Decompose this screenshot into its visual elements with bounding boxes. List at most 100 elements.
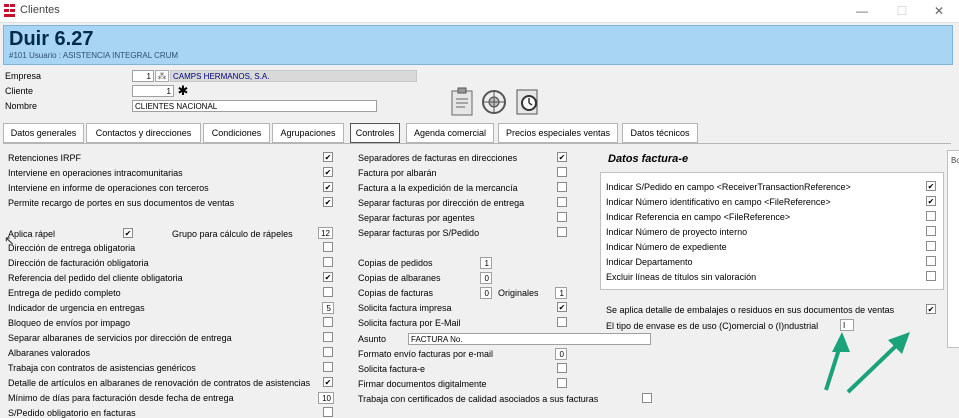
cliente-lookup-icon[interactable]: ✱ xyxy=(176,84,190,98)
solicita-email-checkbox[interactable] xyxy=(557,317,567,327)
pedido-completo-checkbox[interactable] xyxy=(323,287,333,297)
fe-departamento-label: Indicar Departamento xyxy=(606,257,693,267)
fe-expediente-label: Indicar Número de expediente xyxy=(606,242,727,252)
aplica-rapel-checkbox[interactable] xyxy=(123,228,133,238)
annotation-arrows xyxy=(824,332,910,394)
tab-agrupaciones[interactable]: Agrupaciones xyxy=(272,123,344,143)
aplica-rapel-label: Aplica rápel xyxy=(8,229,56,239)
contratos-asistencias-label: Trabaja con contratos de asistencias gen… xyxy=(8,363,196,373)
fe-spedido-checkbox[interactable] xyxy=(926,181,936,191)
close-button[interactable]: ✕ xyxy=(919,0,959,22)
tab-agenda-comercial[interactable]: Agenda comercial xyxy=(406,123,494,143)
spedido-obligatorio-checkbox[interactable] xyxy=(323,407,333,417)
intracomunitarias-checkbox[interactable] xyxy=(323,167,333,177)
fe-proyecto-label: Indicar Número de proyecto interno xyxy=(606,227,748,237)
pedido-completo-label: Entrega de pedido completo xyxy=(8,288,121,298)
certificados-checkbox[interactable] xyxy=(642,393,652,403)
app-icon xyxy=(4,3,16,17)
albaranes-valorados-checkbox[interactable] xyxy=(323,347,333,357)
originales-field[interactable]: 1 xyxy=(555,287,567,299)
maximize-button[interactable]: ☐ xyxy=(882,0,922,22)
bloqueo-envios-checkbox[interactable] xyxy=(323,317,333,327)
spedido-obligatorio-label: S/Pedido obligatorio en facturas xyxy=(8,408,136,418)
intracomunitarias-label: Interviene en operaciones intracomunitar… xyxy=(8,168,183,178)
minimize-button[interactable]: — xyxy=(842,0,882,22)
network-icon[interactable] xyxy=(481,87,508,116)
empresa-code-field[interactable]: 1 xyxy=(132,70,154,82)
albaranes-valorados-label: Albaranes valorados xyxy=(8,348,91,358)
factura-expedicion-checkbox[interactable] xyxy=(557,182,567,192)
separar-albaranes-label: Separar albaranes de servicios por direc… xyxy=(8,333,232,343)
embalajes-checkbox[interactable] xyxy=(926,304,936,314)
recargo-portes-checkbox[interactable] xyxy=(323,197,333,207)
factura-albaran-label: Factura por albarán xyxy=(358,168,437,178)
tab-condiciones[interactable]: Condiciones xyxy=(203,123,270,143)
operaciones-terceros-label: Interviene en informe de operaciones con… xyxy=(8,183,209,193)
copias-facturas-field[interactable]: 0 xyxy=(480,287,492,299)
bloqueo-envios-label: Bloqueo de envíos por impago xyxy=(8,318,131,328)
minimo-dias-field[interactable]: 10 xyxy=(318,392,334,404)
user-info: #101 Usuario : ASISTENCIA INTEGRAL CRUM xyxy=(9,51,179,60)
nombre-label: Nombre xyxy=(5,101,38,111)
separadores-checkbox[interactable] xyxy=(557,152,567,162)
dir-facturacion-label: Dirección de facturación obligatoria xyxy=(8,258,149,268)
factura-e-title: Datos factura-e xyxy=(608,153,689,165)
grupo-rapeles-field[interactable]: 12 xyxy=(318,227,333,239)
window-title: Clientes xyxy=(20,4,60,16)
firmar-checkbox[interactable] xyxy=(557,378,567,388)
fe-departamento-checkbox[interactable] xyxy=(926,256,936,266)
tab-contactos[interactable]: Contactos y direcciones xyxy=(86,123,201,143)
separar-dir-entrega-checkbox[interactable] xyxy=(557,197,567,207)
separadores-label: Separadores de facturas en direcciones xyxy=(358,153,518,163)
tab-datos-tecnicos[interactable]: Datos técnicos xyxy=(622,123,698,143)
urgencia-field[interactable]: 5 xyxy=(322,302,334,314)
detalle-articulos-label: Detalle de artículos en albaranes de ren… xyxy=(8,378,311,388)
solicita-email-label: Solicita factura por E-Mail xyxy=(358,318,461,328)
tab-precios-especiales[interactable]: Precios especiales ventas xyxy=(498,123,618,143)
copias-pedidos-field[interactable]: 1 xyxy=(480,257,492,269)
ref-pedido-checkbox[interactable] xyxy=(323,272,333,282)
operaciones-terceros-checkbox[interactable] xyxy=(323,182,333,192)
app-header: Duir 6.27 #101 Usuario : ASISTENCIA INTE… xyxy=(3,25,953,65)
fe-referencia-checkbox[interactable] xyxy=(926,211,936,221)
copias-facturas-label: Copias de facturas xyxy=(358,288,434,298)
separar-agentes-checkbox[interactable] xyxy=(557,212,567,222)
document-clock-icon[interactable] xyxy=(515,87,542,116)
separar-spedido-checkbox[interactable] xyxy=(557,227,567,237)
fe-excluir-checkbox[interactable] xyxy=(926,271,936,281)
fe-numero-ident-checkbox[interactable] xyxy=(926,196,936,206)
adjacent-window-fragment: Bo xyxy=(947,150,959,348)
cliente-label: Cliente xyxy=(5,86,34,96)
tipo-envase-label: El tipo de envase es de uso (C)omercial … xyxy=(606,321,819,331)
copias-albaranes-label: Copias de albaranes xyxy=(358,273,441,283)
formato-envio-label: Formato envío facturas por e-mail xyxy=(358,349,494,359)
dir-facturacion-checkbox[interactable] xyxy=(323,257,333,267)
fe-expediente-checkbox[interactable] xyxy=(926,241,936,251)
ref-pedido-label: Referencia del pedido del cliente obliga… xyxy=(8,273,183,283)
urgencia-label: Indicador de urgencia en entregas xyxy=(8,303,145,313)
tab-controles[interactable]: Controles xyxy=(350,123,400,143)
nombre-field[interactable]: CLIENTES NACIONAL xyxy=(132,100,377,112)
formato-envio-field[interactable]: 0 xyxy=(555,348,567,360)
retenciones-checkbox[interactable] xyxy=(323,152,333,162)
fe-proyecto-checkbox[interactable] xyxy=(926,226,936,236)
contratos-asistencias-checkbox[interactable] xyxy=(323,362,333,372)
embalajes-label: Se aplica detalle de embalajes o residuo… xyxy=(606,305,895,315)
solicita-impresa-checkbox[interactable] xyxy=(557,302,567,312)
empresa-label: Empresa xyxy=(5,71,42,81)
solicita-factura-e-checkbox[interactable] xyxy=(557,363,567,373)
tab-datos-generales[interactable]: Datos generales xyxy=(3,123,84,143)
clipboard-icon[interactable] xyxy=(449,87,476,116)
minimo-dias-label: Mínimo de días para facturación desde fe… xyxy=(8,393,234,403)
factura-albaran-checkbox[interactable] xyxy=(557,167,567,177)
asunto-field[interactable]: FACTURA No. xyxy=(408,333,651,345)
cliente-code-field[interactable]: 1 xyxy=(132,85,174,97)
separar-albaranes-checkbox[interactable] xyxy=(323,332,333,342)
detalle-articulos-checkbox[interactable] xyxy=(323,377,333,387)
dir-entrega-checkbox[interactable] xyxy=(323,242,333,252)
asunto-label: Asunto xyxy=(358,334,387,344)
copias-albaranes-field[interactable]: 0 xyxy=(480,272,492,284)
empresa-lookup-icon[interactable]: ⁂ xyxy=(155,70,169,82)
adjacent-window-label: Bo xyxy=(951,156,959,165)
solicita-factura-e-label: Solicita factura-e xyxy=(358,364,426,374)
